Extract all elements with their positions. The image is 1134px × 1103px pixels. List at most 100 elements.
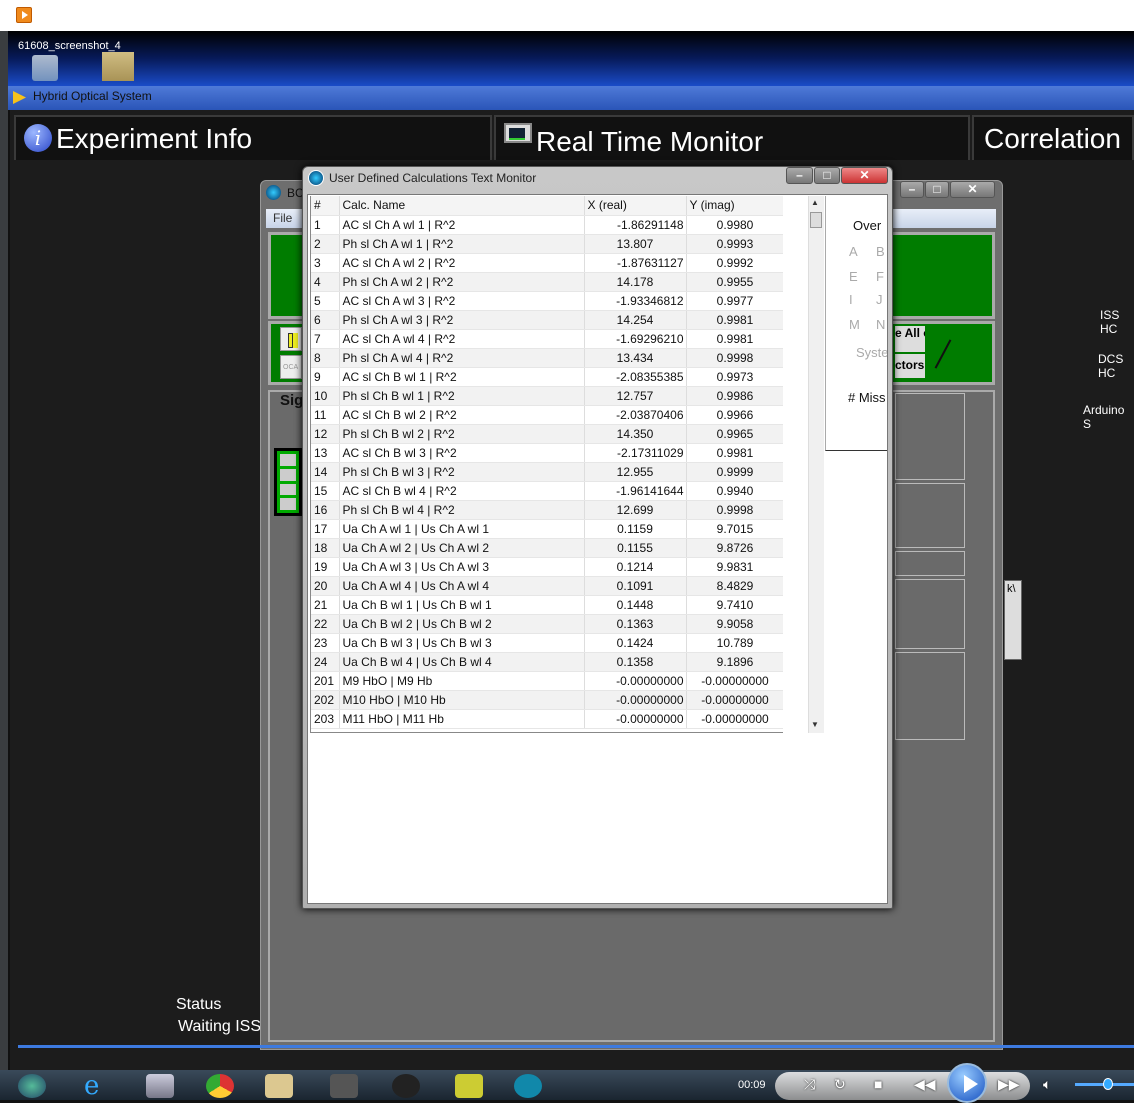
cell-index: 10 — [311, 386, 340, 406]
table-row[interactable]: 8 Ph sl Ch A wl 4 | R^2 13.434 0.9998 — [311, 348, 783, 368]
col-header-name[interactable]: Calc. Name — [339, 196, 585, 216]
labview-icon[interactable] — [455, 1074, 483, 1098]
scroll-thumb[interactable] — [810, 212, 822, 228]
table-row[interactable]: 12 Ph sl Ch B wl 2 | R^2 14.350 0.9965 — [311, 424, 783, 444]
cell-y: 0.9998 — [686, 348, 783, 368]
shuffle-icon[interactable]: ⤮ — [804, 1076, 815, 1093]
internet-explorer-icon[interactable]: e — [84, 1073, 112, 1099]
app-icon[interactable] — [146, 1074, 174, 1098]
tab-experiment-info[interactable]: i Experiment Info — [14, 115, 492, 160]
cell-name: Ua Ch B wl 2 | Us Ch B wl 2 — [339, 614, 585, 634]
close-button[interactable]: ✕ — [841, 167, 888, 184]
table-row[interactable]: 19 Ua Ch A wl 3 | Us Ch A wl 3 0.1214 9.983… — [311, 557, 783, 577]
table-row[interactable]: 16 Ph sl Ch B wl 4 | R^2 12.699 0.9998 — [311, 500, 783, 520]
table-row[interactable]: 201 M9 HbO | M9 Hb -0.00000000 -0.00000000 — [311, 671, 783, 691]
all-detectors-button[interactable]: e All ors — [895, 326, 925, 352]
cell-index: 14 — [311, 462, 340, 482]
table-row[interactable]: 18 Ua Ch A wl 2 | Us Ch A wl 2 0.1155 9.872… — [311, 538, 783, 558]
col-header-y[interactable]: Y (imag) — [686, 196, 783, 216]
maximize-button[interactable]: □ — [814, 167, 840, 184]
cell-x: -1.96141644 — [584, 481, 687, 501]
arduino-label: Arduino S — [1083, 403, 1125, 431]
detectors-button[interactable]: ctors — [895, 354, 925, 378]
table-row[interactable]: 11 AC sl Ch B wl 2 | R^2 -2.03870406 0.9966 — [311, 405, 783, 425]
table-row[interactable]: 203 M11 HbO | M11 Hb -0.00000000 -0.0000000… — [311, 709, 783, 729]
stop-icon[interactable]: ■ — [874, 1076, 882, 1092]
col-header-x[interactable]: X (real) — [584, 196, 687, 216]
cell-y: 0.9986 — [686, 386, 783, 406]
pause-button[interactable] — [280, 327, 302, 351]
explorer-icon[interactable] — [265, 1074, 293, 1098]
rewind-icon[interactable]: ◀◀ — [914, 1076, 936, 1093]
channel-label: E — [849, 269, 858, 284]
cell-name: Ph sl Ch B wl 3 | R^2 — [339, 462, 585, 482]
maximize-button[interactable]: □ — [925, 181, 949, 198]
seek-bar[interactable] — [18, 1045, 1134, 1048]
vertical-scrollbar[interactable] — [808, 196, 824, 733]
table-row[interactable]: 4 Ph sl Ch A wl 2 | R^2 14.178 0.9955 — [311, 272, 783, 292]
app-icon[interactable] — [330, 1074, 358, 1098]
scrollbar[interactable]: k\ — [1004, 580, 1022, 660]
cell-index: 4 — [311, 272, 340, 292]
table-row[interactable]: 14 Ph sl Ch B wl 3 | R^2 12.955 0.9999 — [311, 462, 783, 482]
desktop-background — [8, 31, 1134, 86]
cell-name: M9 HbO | M9 Hb — [339, 671, 585, 691]
minimize-button[interactable]: – — [900, 181, 924, 198]
cell-y: 9.7015 — [686, 519, 783, 539]
start-button[interactable] — [18, 1074, 46, 1098]
cell-index: 5 — [311, 291, 340, 311]
table-row[interactable]: 202 M10 HbO | M10 Hb -0.00000000 -0.0000000… — [311, 690, 783, 710]
cell-name: Ua Ch B wl 1 | Us Ch B wl 1 — [339, 595, 585, 615]
minimize-button[interactable]: – — [786, 167, 813, 184]
scroll-down-arrow[interactable]: ▼ — [811, 720, 819, 729]
cell-x: 0.1363 — [584, 614, 687, 634]
table-row[interactable]: 24 Ua Ch B wl 4 | Us Ch B wl 4 0.1358 9.189… — [311, 652, 783, 672]
folder-icon[interactable] — [102, 52, 134, 81]
table-row[interactable]: 15 AC sl Ch B wl 4 | R^2 -1.96141644 0.9940 — [311, 481, 783, 501]
cell-name: AC sl Ch B wl 2 | R^2 — [339, 405, 585, 425]
table-row[interactable]: 21 Ua Ch B wl 1 | Us Ch B wl 1 0.1448 9.741… — [311, 595, 783, 615]
tab-correlation[interactable]: Correlation — [972, 115, 1134, 160]
cell-y: -0.00000000 — [686, 709, 783, 729]
table-row[interactable]: 7 AC sl Ch A wl 4 | R^2 -1.69296210 0.9981 — [311, 329, 783, 349]
cell-y: 9.8726 — [686, 538, 783, 558]
calculations-table[interactable]: # Calc. Name X (real) Y (imag) 1 AC sl Ch… — [310, 196, 783, 733]
table-row[interactable]: 6 Ph sl Ch A wl 3 | R^2 14.254 0.9981 — [311, 310, 783, 330]
table-row[interactable]: 22 Ua Ch B wl 2 | Us Ch B wl 2 0.1363 9.905… — [311, 614, 783, 634]
cell-x: 0.1091 — [584, 576, 687, 596]
app-icon[interactable] — [514, 1074, 542, 1098]
scroll-up-arrow[interactable]: ▲ — [811, 198, 819, 207]
volume-icon[interactable]: 🔈︎ — [1043, 1076, 1051, 1093]
table-row[interactable]: 3 AC sl Ch A wl 2 | R^2 -1.87631127 0.9992 — [311, 253, 783, 273]
table-row[interactable]: 17 Ua Ch A wl 1 | Us Ch A wl 1 0.1159 9.701… — [311, 519, 783, 539]
volume-knob[interactable] — [1103, 1078, 1113, 1090]
table-row[interactable]: 23 Ua Ch B wl 3 | Us Ch B wl 3 0.1424 10.78… — [311, 633, 783, 653]
table-row[interactable]: 9 AC sl Ch B wl 1 | R^2 -2.08355385 0.9973 — [311, 367, 783, 387]
close-button[interactable]: ✕ — [950, 181, 995, 198]
fast-forward-icon[interactable]: ▶▶ — [998, 1076, 1020, 1093]
oca-button[interactable]: OCA — [280, 355, 302, 379]
table-row[interactable]: 13 AC sl Ch B wl 3 | R^2 -2.17311029 0.9981 — [311, 443, 783, 463]
recycle-bin-icon[interactable] — [32, 55, 58, 81]
cell-index: 19 — [311, 557, 340, 577]
panel-box — [895, 551, 965, 576]
table-row[interactable]: 5 AC sl Ch A wl 3 | R^2 -1.93346812 0.9977 — [311, 291, 783, 311]
cell-index: 20 — [311, 576, 340, 596]
repeat-icon[interactable]: ↻ — [834, 1076, 846, 1093]
play-button[interactable] — [947, 1063, 987, 1103]
cell-y: 9.7410 — [686, 595, 783, 615]
app-icon[interactable] — [392, 1074, 420, 1098]
tab-real-time-monitor[interactable]: Real Time Monitor — [494, 115, 970, 160]
cell-y: 9.9831 — [686, 557, 783, 577]
table-row[interactable]: 10 Ph sl Ch B wl 1 | R^2 12.757 0.9986 — [311, 386, 783, 406]
table-row[interactable]: 2 Ph sl Ch A wl 1 | R^2 13.807 0.9993 — [311, 234, 783, 254]
cell-x: 12.955 — [584, 462, 687, 482]
table-row[interactable]: 20 Ua Ch A wl 4 | Us Ch A wl 4 0.1091 8.482… — [311, 576, 783, 596]
cell-y: 0.9981 — [686, 329, 783, 349]
overview-panel: Over A B E F I J M N Syste # Miss — [825, 196, 887, 451]
chrome-icon[interactable] — [206, 1074, 234, 1098]
cell-name: Ua Ch A wl 3 | Us Ch A wl 3 — [339, 557, 585, 577]
col-header-index[interactable]: # — [311, 196, 340, 216]
cell-name: Ph sl Ch B wl 1 | R^2 — [339, 386, 585, 406]
table-row[interactable]: 1 AC sl Ch A wl 1 | R^2 -1.86291148 0.9980 — [311, 215, 783, 235]
